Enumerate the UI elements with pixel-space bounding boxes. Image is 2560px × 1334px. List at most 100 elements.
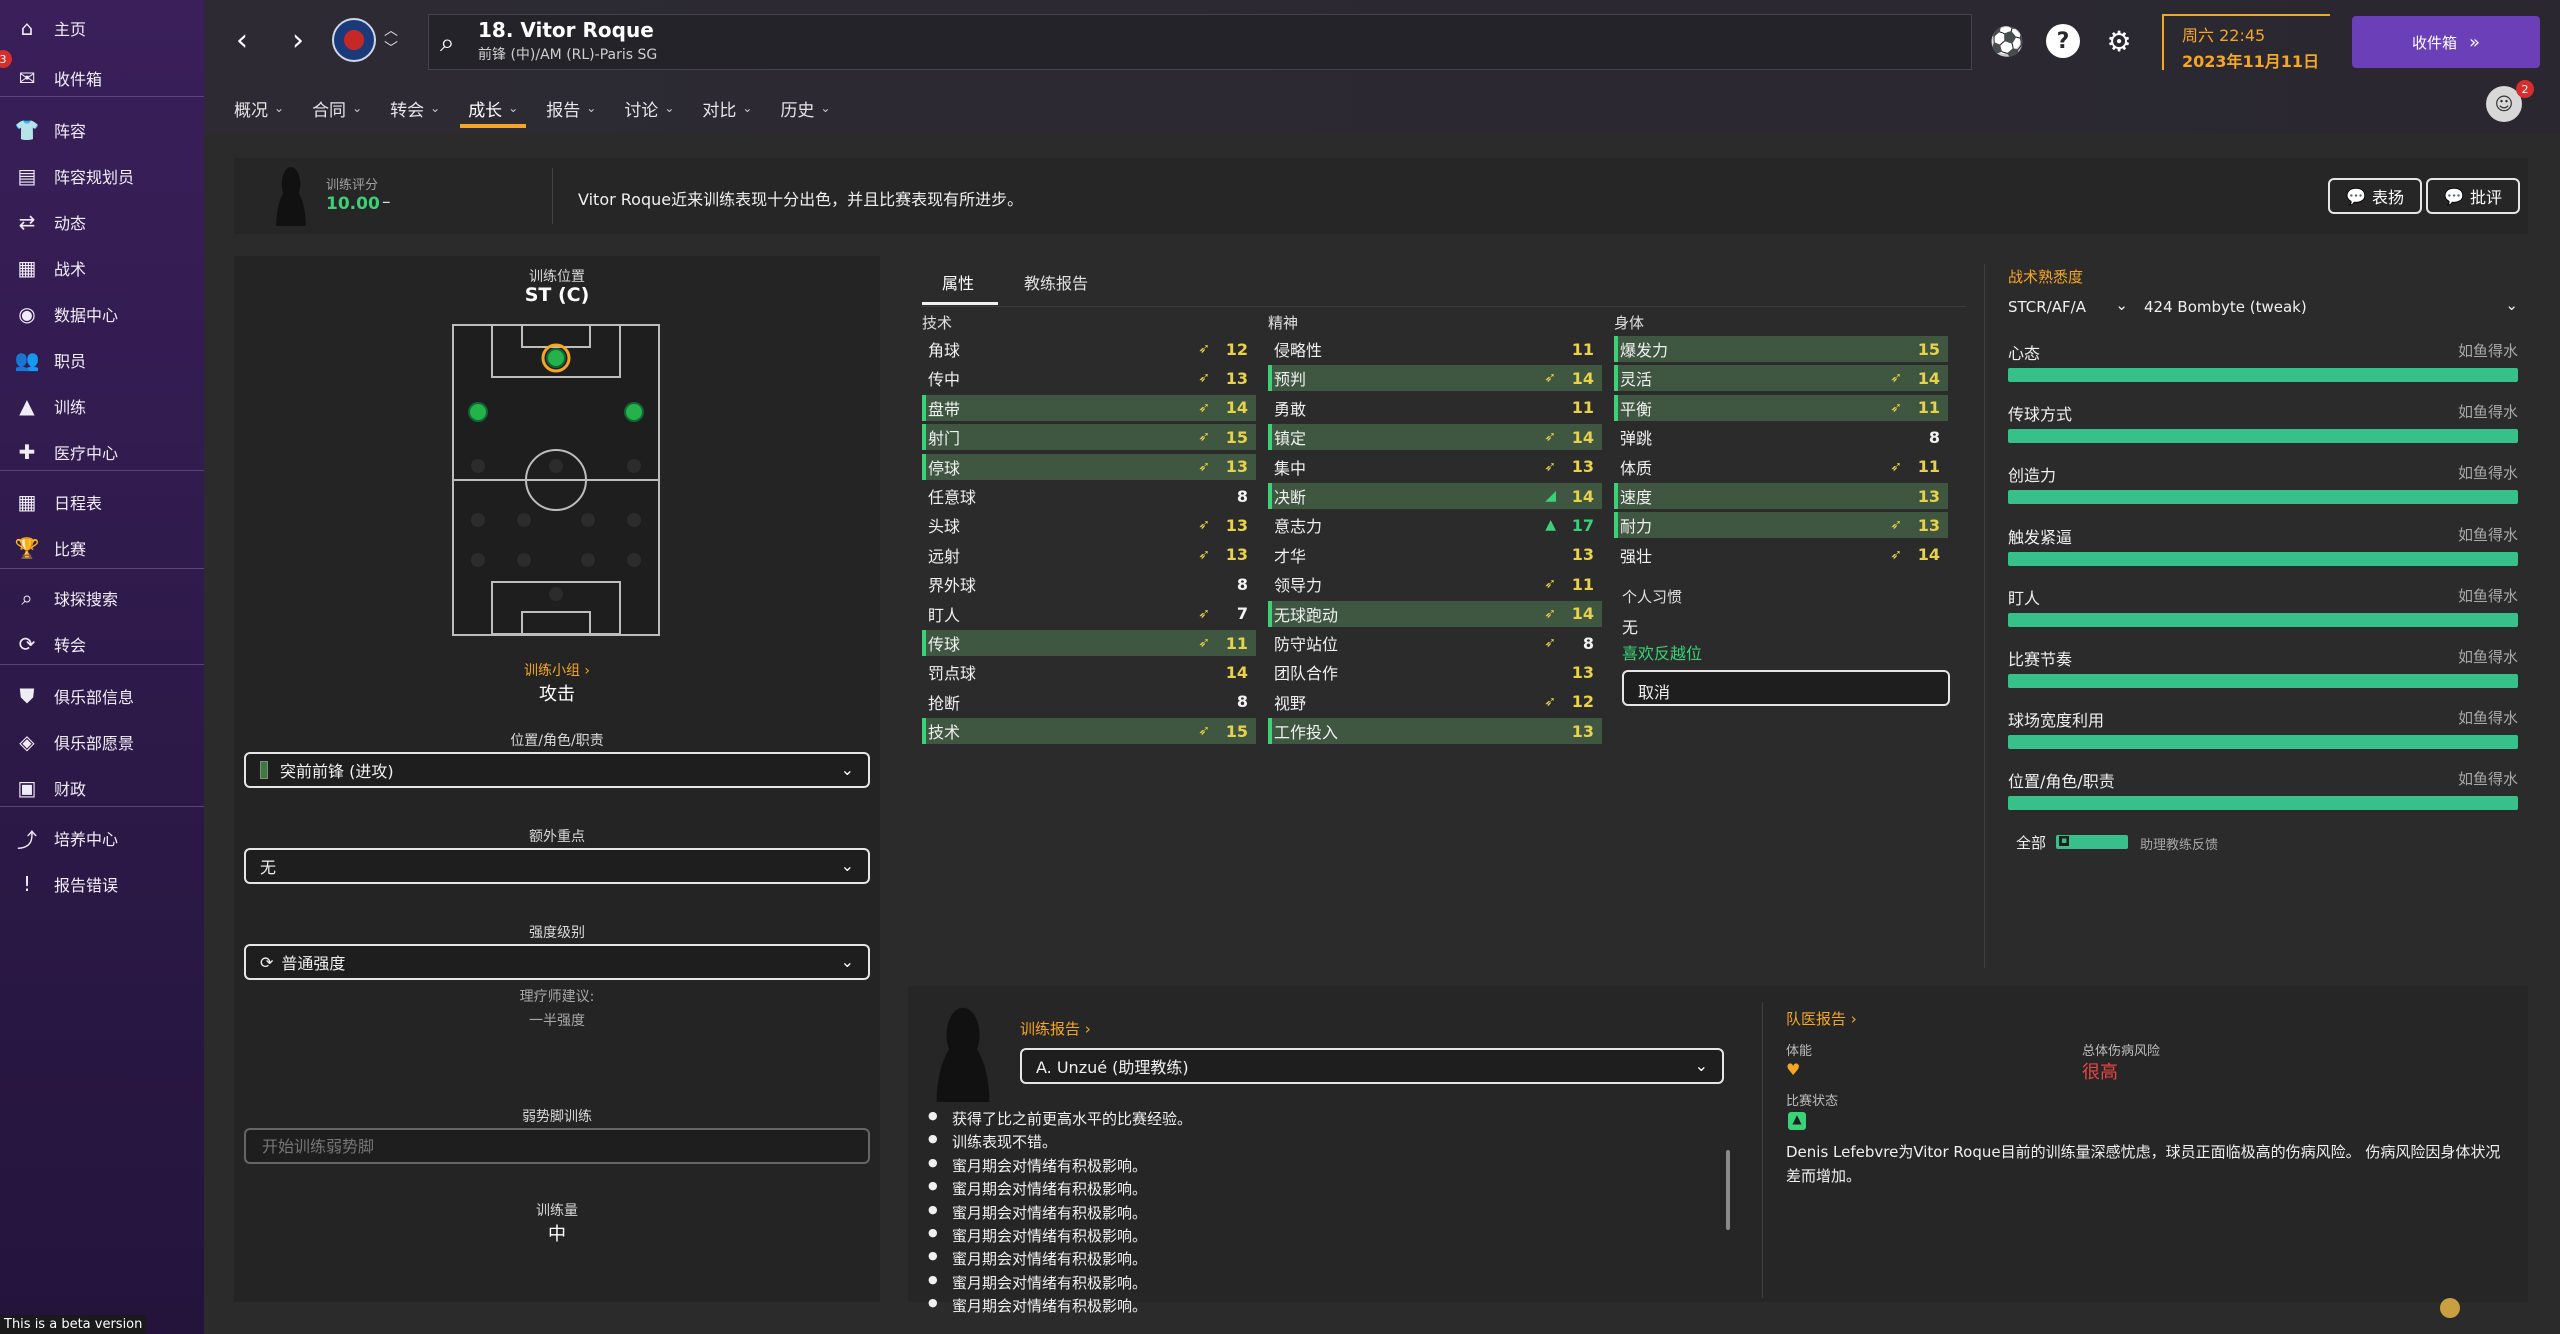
position-dot-amr[interactable]	[624, 402, 644, 422]
sidebar-item[interactable]: ▤ 阵容规划员	[0, 156, 204, 196]
tab-coach-report[interactable]: 教练报告	[1024, 270, 1088, 294]
attribute-row[interactable]: 视野 ➶ 12	[1268, 689, 1602, 715]
sidebar-item[interactable]: ▦ 战术	[0, 248, 204, 288]
position-dot-st[interactable]	[546, 348, 566, 368]
fm-logo-icon[interactable]: ⚽	[1990, 24, 2025, 58]
attribute-row[interactable]: 角球 ➶ 12	[922, 336, 1256, 362]
sidebar-item[interactable]: ⇄ 动态	[0, 202, 204, 242]
attribute-row[interactable]: 无球跑动 ➶ 14	[1268, 600, 1602, 627]
attribute-row[interactable]: 勇敢 11	[1268, 395, 1602, 421]
attribute-row[interactable]: 盯人 ➶ 7	[922, 601, 1256, 627]
attribute-row[interactable]: 工作投入 13	[1268, 718, 1602, 745]
attribute-row[interactable]: 防守站位 ➶ 8	[1268, 630, 1602, 656]
attribute-row[interactable]: 传球 ➶ 11	[922, 630, 1256, 656]
attribute-row[interactable]: 决断 ◢ 14	[1268, 483, 1602, 509]
sidebar-item[interactable]: ⌕ 球探搜索	[0, 578, 204, 618]
help-icon[interactable]: ?	[2046, 24, 2080, 58]
attribute-row[interactable]: 强壮 ➶ 14	[1614, 542, 1948, 568]
attribute-row[interactable]: 领导力 ➶ 11	[1268, 571, 1602, 597]
forward-arrow-icon[interactable]: ›	[280, 22, 316, 58]
sidebar-item[interactable]: ! 报告错误	[0, 864, 204, 904]
familiarity-tactic-select[interactable]: 424 Bombyte (tweak) ⌄	[2136, 292, 2518, 326]
player-search-box[interactable]	[428, 14, 1972, 70]
attribute-row[interactable]: 意志力 ▲ 17	[1268, 512, 1602, 538]
menu-item[interactable]: 讨论 ⌄	[622, 90, 676, 126]
settings-gear-icon[interactable]: ⚙	[2102, 24, 2136, 58]
menu-item[interactable]: 成长 ⌄	[460, 90, 527, 128]
sidebar-item[interactable]: 👕 阵容	[0, 110, 204, 150]
attribute-row[interactable]: 远射 ➶ 13	[922, 542, 1256, 568]
sidebar-item[interactable]: ▲ 训练	[0, 386, 204, 426]
attribute-row[interactable]: 侵略性 11	[1268, 336, 1602, 362]
attribute-row[interactable]: 抢断 8	[922, 689, 1256, 715]
sidebar-item[interactable]: ⌂ 主页	[0, 8, 204, 48]
role-select[interactable]: 突前前锋 (进攻) ⌄	[244, 752, 870, 788]
attribute-row[interactable]: 才华 13	[1268, 542, 1602, 568]
sidebar-item[interactable]: ⛊ 俱乐部信息	[0, 676, 204, 716]
attribute-row[interactable]: 传中 ➶ 13	[922, 365, 1256, 391]
attribute-row[interactable]: 弹跳 8	[1614, 424, 1948, 450]
sidebar-item[interactable]: ⟳ 转会	[0, 624, 204, 664]
familiarity-row[interactable]: 球场宽度利用 如鱼得水	[2008, 707, 2518, 750]
attribute-row[interactable]: 耐力 ➶ 13	[1614, 512, 1948, 539]
cancel-trait-button[interactable]: 取消	[1622, 670, 1950, 706]
menu-item[interactable]: 报告 ⌄	[544, 90, 598, 126]
sidebar-item[interactable]: ✚ 医疗中心	[0, 432, 204, 472]
sidebar-item[interactable]: ◉ 数据中心	[0, 294, 204, 334]
sidebar-item[interactable]: ▣ 财政	[0, 768, 204, 808]
sidebar-item[interactable]: 3 ✉ 收件箱	[0, 50, 204, 98]
extra-focus-select[interactable]: 无 ⌄	[244, 848, 870, 884]
training-unit-link[interactable]: 训练小组 ›	[234, 660, 880, 680]
attribute-row[interactable]: 集中 ➶ 13	[1268, 454, 1602, 480]
game-datetime[interactable]: 周六 22:45 2023年11月11日	[2162, 14, 2330, 71]
sidebar-item[interactable]: ⤴ 培养中心	[0, 818, 204, 858]
coach-select[interactable]: A. Unzué (助理教练) ⌄	[1020, 1048, 1724, 1084]
attribute-row[interactable]: 头球 ➶ 13	[922, 512, 1256, 538]
attribute-row[interactable]: 停球 ➶ 13	[922, 453, 1256, 480]
medical-report-link[interactable]: 队医报告 ›	[1786, 1008, 1857, 1029]
praise-button[interactable]: 💬 表扬	[2328, 178, 2422, 214]
attribute-row[interactable]: 速度 13	[1614, 483, 1948, 509]
attribute-row[interactable]: 界外球 8	[922, 571, 1256, 597]
familiarity-row[interactable]: 传球方式 如鱼得水	[2008, 401, 2518, 444]
attribute-row[interactable]: 体质 ➶ 11	[1614, 454, 1948, 480]
sidebar-item[interactable]: ◈ 俱乐部愿景	[0, 722, 204, 762]
training-report-link[interactable]: 训练报告 ›	[1020, 1018, 1091, 1039]
familiarity-row[interactable]: 心态 如鱼得水	[2008, 340, 2518, 382]
attribute-row[interactable]: 镇定 ➶ 14	[1268, 424, 1602, 451]
tab-attributes[interactable]: 属性	[942, 270, 974, 294]
menu-item[interactable]: 概况 ⌄	[232, 90, 286, 126]
attribute-row[interactable]: 射门 ➶ 15	[922, 424, 1256, 451]
attribute-row[interactable]: 任意球 8	[922, 483, 1256, 509]
weak-foot-input[interactable]	[244, 1128, 870, 1164]
attribute-row[interactable]: 灵活 ➶ 14	[1614, 365, 1948, 392]
familiarity-row[interactable]: 比赛节奏 如鱼得水	[2008, 646, 2518, 688]
criticise-button[interactable]: 💬 批评	[2426, 178, 2520, 214]
menu-item[interactable]: 对比 ⌄	[700, 90, 754, 126]
back-arrow-icon[interactable]: ‹	[224, 22, 260, 58]
assistant-feedback-label[interactable]: 助理教练反馈	[2140, 834, 2218, 853]
attribute-row[interactable]: 盘带 ➶ 14	[922, 394, 1256, 421]
menu-item[interactable]: 合同 ⌄	[310, 90, 364, 126]
familiarity-row[interactable]: 盯人 如鱼得水	[2008, 585, 2518, 627]
menu-item[interactable]: 历史 ⌄	[778, 90, 832, 126]
position-dot-aml[interactable]	[468, 402, 488, 422]
attribute-row[interactable]: 技术 ➶ 15	[922, 718, 1256, 745]
intensity-select[interactable]: ⟳ 普通强度 ⌄	[244, 944, 870, 980]
club-logo[interactable]	[332, 18, 376, 62]
pitch-diagram[interactable]	[452, 324, 660, 636]
search-icon[interactable]: ⌕	[440, 28, 455, 59]
familiarity-row[interactable]: 创造力 如鱼得水	[2008, 462, 2518, 505]
attribute-row[interactable]: 预判 ➶ 14	[1268, 365, 1602, 392]
continue-inbox-button[interactable]: 收件箱 »	[2352, 16, 2540, 68]
familiarity-position-select[interactable]: STCR/AF/A ⌄	[2008, 292, 2128, 326]
club-switch-chevrons-icon[interactable]: ︿ ﹀	[384, 22, 398, 58]
sidebar-item[interactable]: 👥 职员	[0, 340, 204, 380]
report-scrollbar[interactable]	[1726, 1150, 1730, 1230]
attribute-row[interactable]: 罚点球 14	[922, 659, 1256, 685]
attribute-row[interactable]: 爆发力 15	[1614, 336, 1948, 362]
familiarity-row[interactable]: 触发紧逼 如鱼得水	[2008, 524, 2518, 566]
attribute-row[interactable]: 平衡 ➶ 11	[1614, 394, 1948, 421]
attribute-row[interactable]: 团队合作 13	[1268, 659, 1602, 685]
sidebar-item[interactable]: ▦ 日程表	[0, 482, 204, 522]
